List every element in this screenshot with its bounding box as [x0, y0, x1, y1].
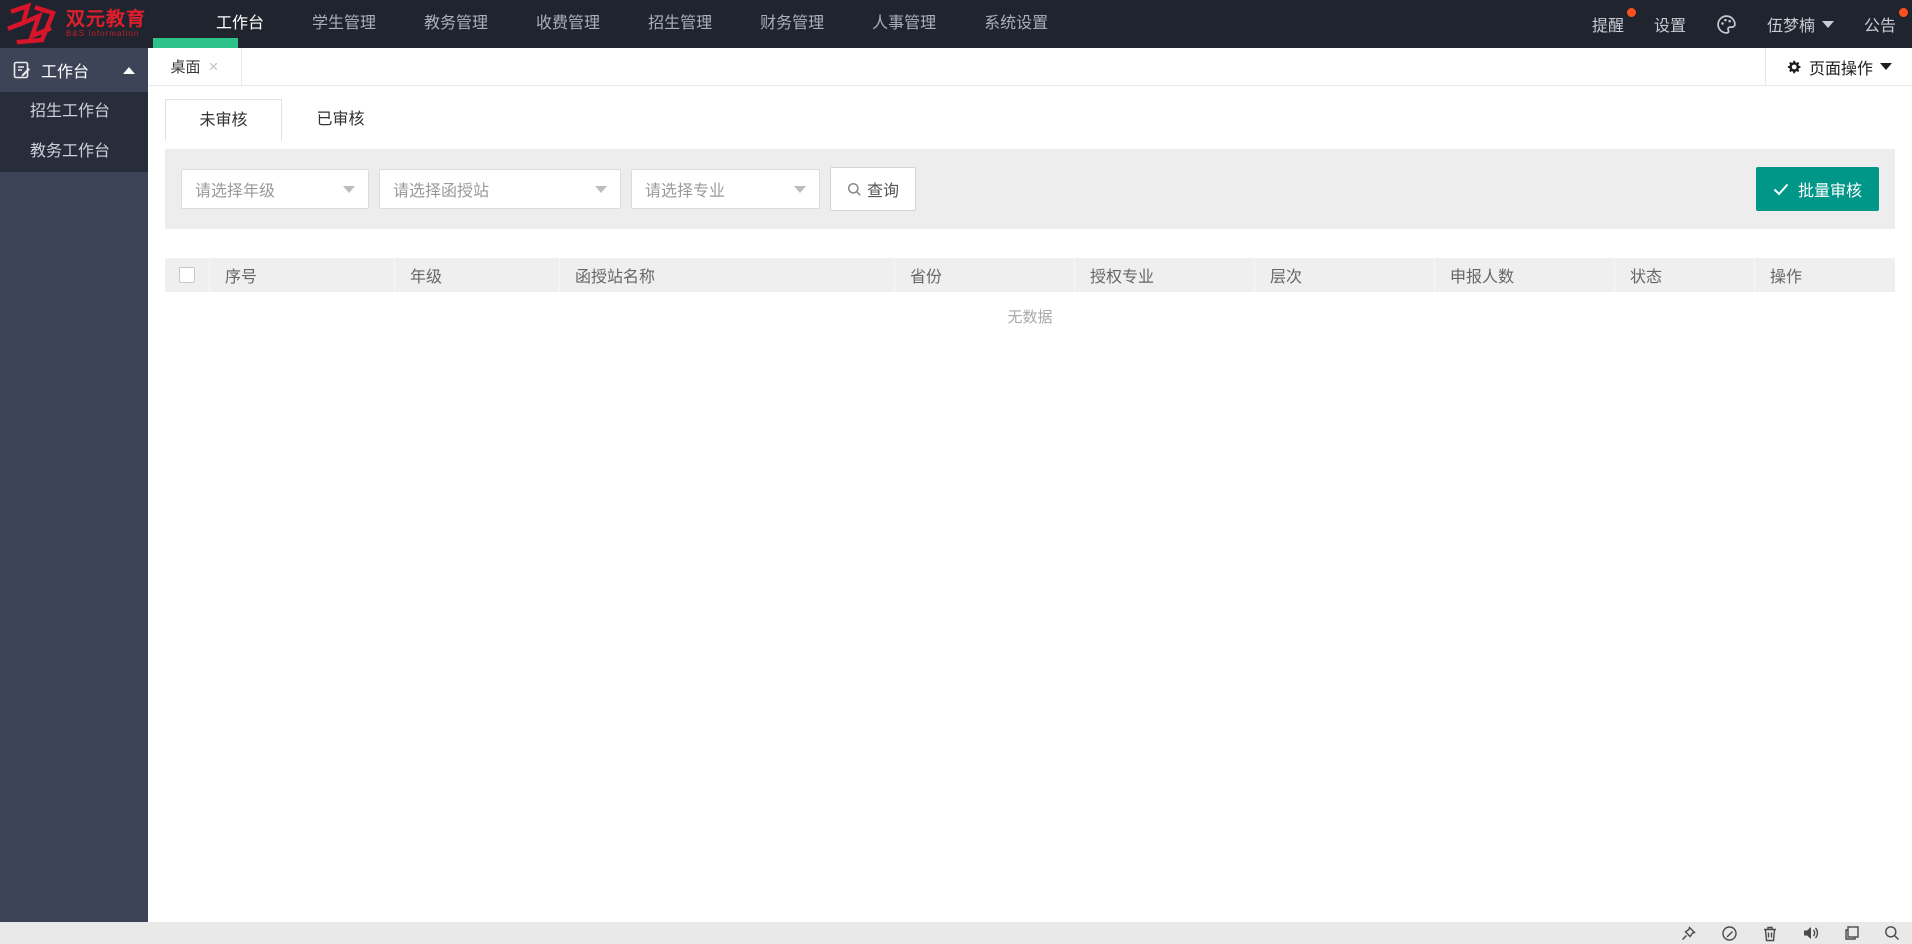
- announcement-link[interactable]: 公告: [1863, 8, 1908, 36]
- brand-subtext: B&S Information: [66, 28, 140, 38]
- major-select-placeholder: 请选择专业: [645, 183, 726, 200]
- select-all-checkbox[interactable]: [179, 267, 195, 283]
- notice-label: 提醒: [1591, 18, 1624, 35]
- major-select[interactable]: 请选择专业: [631, 169, 820, 209]
- brand-logo-icon: [6, 2, 62, 46]
- gear-icon: [1786, 59, 1802, 75]
- user-menu[interactable]: 伍梦楠: [1767, 12, 1834, 36]
- search-icon: [847, 182, 862, 197]
- tab-desktop-label: 桌面: [170, 59, 201, 76]
- close-icon[interactable]: ×: [209, 58, 219, 75]
- chevron-down-icon: [1880, 63, 1892, 70]
- batch-review-label: 批量审核: [1797, 183, 1862, 200]
- col-count: 申报人数: [1435, 258, 1615, 292]
- check-icon: [1773, 183, 1789, 196]
- search-button-label: 查询: [866, 183, 899, 200]
- tab-reviewed[interactable]: 已审核: [282, 99, 399, 141]
- zoom-icon[interactable]: [1884, 925, 1900, 941]
- navbar-right: 提醒 设置 伍梦楠 公告: [1591, 8, 1912, 36]
- page-operations-button[interactable]: 页面操作: [1764, 48, 1912, 85]
- col-level: 层次: [1255, 258, 1435, 292]
- main-content: 未审核 已审核 请选择年级 请选择函授站 请选择专业 查询 批量审核 序号 年级…: [148, 87, 1912, 922]
- notice-link[interactable]: 提醒: [1591, 8, 1636, 36]
- window-icon[interactable]: [1844, 925, 1860, 941]
- chevron-down-icon: [794, 185, 806, 193]
- sidebar: 工作台 招生工作台 教务工作台: [0, 48, 148, 922]
- search-button[interactable]: 查询: [830, 167, 916, 211]
- brand-name: 双元教育: [66, 8, 147, 30]
- col-serial: 序号: [210, 258, 395, 292]
- nav-item-academic[interactable]: 教务管理: [400, 0, 512, 48]
- pin-icon[interactable]: [1680, 925, 1697, 942]
- select-all-cell: [165, 258, 210, 292]
- notice-badge: [1626, 8, 1636, 17]
- nav-item-enrollment[interactable]: 招生管理: [624, 0, 736, 48]
- col-actions: 操作: [1770, 269, 1803, 286]
- top-navbar: 双元教育 B&S Information 工作台 学生管理 教务管理 收费管理 …: [0, 0, 1912, 48]
- col-major: 授权专业: [1075, 258, 1255, 292]
- batch-review-button[interactable]: 批量审核: [1755, 167, 1879, 211]
- nav-item-settings[interactable]: 系统设置: [960, 0, 1072, 48]
- sidebar-item-enrollment-workbench[interactable]: 招生工作台: [0, 92, 148, 132]
- sidebar-group-workbench[interactable]: 工作台: [0, 48, 148, 92]
- tab-strip: 桌面 × 页面操作: [148, 48, 1912, 86]
- brand-text: 双元教育 B&S Information: [66, 8, 147, 38]
- trash-icon[interactable]: [1762, 925, 1778, 942]
- sidebar-item-academic-workbench[interactable]: 教务工作台: [0, 132, 148, 172]
- chevron-down-icon: [595, 185, 607, 193]
- table-header: 序号 年级 函授站名称 省份 授权专业 层次 申报人数 状态 操作: [165, 258, 1895, 292]
- bottom-taskbar: [0, 922, 1912, 944]
- sidebar-submenu: 招生工作台 教务工作台: [0, 92, 148, 172]
- volume-icon[interactable]: [1802, 925, 1820, 941]
- tab-desktop[interactable]: 桌面 ×: [148, 48, 242, 85]
- annotate-icon[interactable]: [1721, 925, 1738, 942]
- chevron-down-icon: [343, 185, 355, 193]
- chevron-down-icon: [1821, 20, 1834, 28]
- tab-unreviewed[interactable]: 未审核: [165, 99, 282, 141]
- station-select-placeholder: 请选择函授站: [393, 183, 490, 200]
- active-tab-indicator: [153, 38, 238, 48]
- announcement-label: 公告: [1863, 18, 1896, 35]
- col-province: 省份: [895, 258, 1075, 292]
- nav-item-fees[interactable]: 收费管理: [512, 0, 624, 48]
- nav-item-hr[interactable]: 人事管理: [848, 0, 960, 48]
- col-station: 函授站名称: [560, 258, 895, 292]
- grade-select[interactable]: 请选择年级: [181, 169, 369, 209]
- theme-palette-icon[interactable]: [1716, 14, 1737, 35]
- filter-bar: 请选择年级 请选择函授站 请选择专业 查询 批量审核: [165, 149, 1895, 229]
- announcement-badge: [1899, 8, 1908, 17]
- sidebar-group-label: 工作台: [41, 64, 90, 81]
- page-operations-label: 页面操作: [1808, 60, 1873, 78]
- empty-placeholder: 无数据: [1007, 309, 1053, 326]
- nav-item-finance[interactable]: 财务管理: [736, 0, 848, 48]
- review-tabs: 未审核 已审核: [165, 99, 1895, 141]
- workbench-icon: [13, 61, 31, 79]
- col-status: 状态: [1615, 258, 1755, 292]
- chevron-up-icon: [123, 66, 135, 74]
- settings-link[interactable]: 设置: [1654, 12, 1686, 36]
- station-select[interactable]: 请选择函授站: [379, 169, 621, 209]
- col-grade: 年级: [395, 258, 560, 292]
- main-menu: 工作台 学生管理 教务管理 收费管理 招生管理 财务管理 人事管理 系统设置: [192, 0, 1072, 48]
- grade-select-placeholder: 请选择年级: [195, 183, 276, 200]
- user-name: 伍梦楠: [1766, 18, 1815, 35]
- nav-item-students[interactable]: 学生管理: [288, 0, 400, 48]
